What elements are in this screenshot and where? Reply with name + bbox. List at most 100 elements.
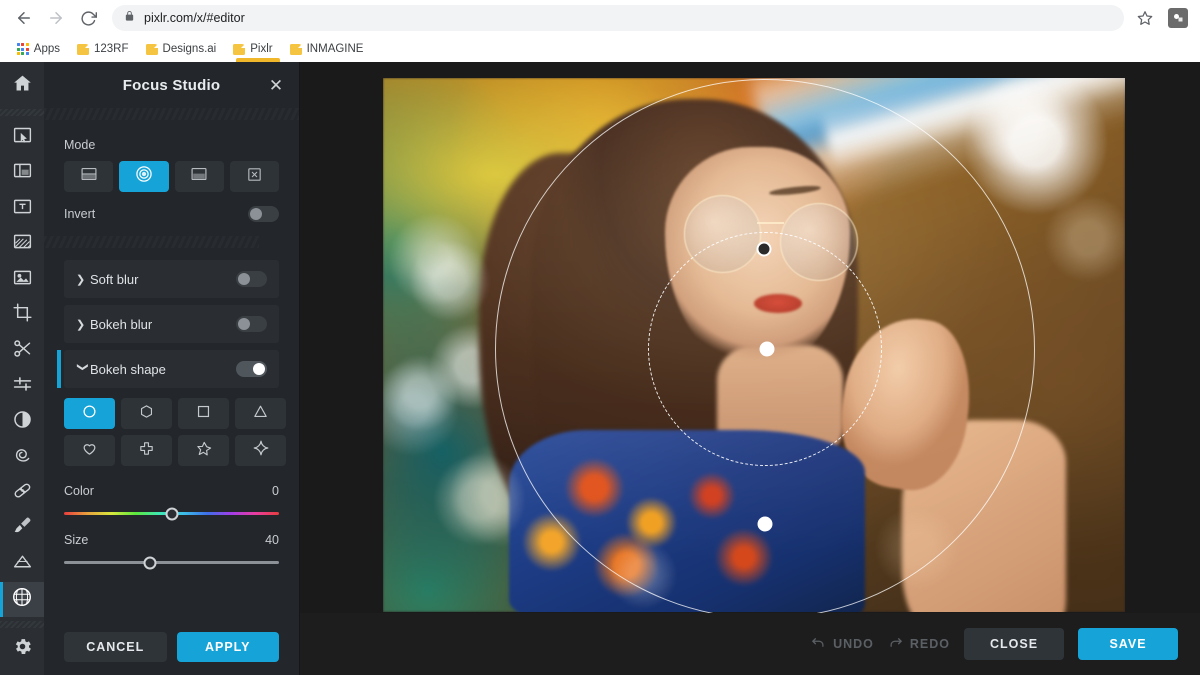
shape-button-triangle[interactable] (235, 398, 286, 429)
back-button[interactable] (10, 4, 38, 32)
folder-icon (146, 44, 158, 55)
cross-box-icon (246, 166, 263, 188)
sidebar-item-settings[interactable] (0, 632, 44, 668)
shape-button-heart[interactable] (64, 435, 115, 466)
address-bar[interactable]: pixlr.com/x/#editor (112, 5, 1124, 31)
toggle-knob (238, 318, 250, 330)
scissors-icon (12, 338, 33, 364)
sparkle-shape-icon (252, 439, 270, 462)
close-button[interactable]: CLOSE (964, 628, 1064, 660)
reload-button[interactable] (74, 4, 102, 32)
bookmark-123rf[interactable]: 123RF (70, 41, 136, 57)
shape-button-circle[interactable] (64, 398, 115, 429)
address-bar-url: pixlr.com/x/#editor (144, 11, 245, 25)
shape-button-cross[interactable] (121, 435, 172, 466)
apply-button[interactable]: APPLY (177, 632, 280, 662)
size-slider-track[interactable] (64, 561, 279, 564)
bokeh-shape-picker (64, 398, 279, 466)
chevron-right-icon: ❯ (76, 318, 90, 331)
bookmark-pixlr[interactable]: Pixlr (226, 41, 279, 57)
shape-button-square[interactable] (178, 398, 229, 429)
size-slider-handle[interactable] (144, 556, 157, 569)
sidebar-item-image[interactable] (0, 262, 44, 298)
sidebar-item-crop[interactable] (0, 297, 44, 333)
sidebar-item-contrast[interactable] (0, 404, 44, 440)
bookmark-apps[interactable]: Apps (10, 41, 67, 57)
shape-button-star[interactable] (178, 435, 229, 466)
sidebar-item-shapes[interactable] (0, 546, 44, 582)
folder-icon (77, 44, 89, 55)
cursor-select-icon (12, 125, 33, 151)
contrast-icon (12, 409, 33, 435)
mode-button-none[interactable] (230, 161, 279, 192)
bookmark-designsai[interactable]: Designs.ai (139, 41, 224, 57)
undo-icon (811, 636, 826, 652)
rail-divider-bottom (0, 621, 44, 628)
accordion-bokeh-shape[interactable]: ❯ Bokeh shape (64, 350, 279, 388)
color-slider-handle[interactable] (165, 507, 178, 520)
mode-button-linear[interactable] (64, 161, 113, 192)
sidebar-item-home[interactable] (0, 66, 44, 105)
invert-toggle[interactable] (248, 206, 279, 222)
bokeh-shape-toggle[interactable] (236, 361, 267, 377)
cross-shape-icon (138, 440, 155, 462)
brush-icon (12, 515, 33, 541)
home-icon (12, 73, 33, 99)
hexagon-shape-icon (138, 403, 155, 425)
sidebar-item-arrange[interactable] (0, 120, 44, 156)
toggle-knob (250, 208, 262, 220)
shape-button-hexagon[interactable] (121, 398, 172, 429)
linear-gradient-icon (80, 166, 98, 187)
mode-button-mirror[interactable] (175, 161, 224, 192)
pixlr-editor: Focus Studio ✕ Mode (0, 62, 1200, 675)
canvas-stage[interactable]: 2420 x 1733 px @ 31% (300, 62, 1200, 675)
bookmark-label: INMAGINE (307, 43, 364, 55)
color-slider-track[interactable] (64, 512, 279, 515)
cancel-button[interactable]: CANCEL (64, 632, 167, 662)
shape-button-sparkle[interactable] (235, 435, 286, 466)
chevron-down-icon: ❯ (77, 362, 90, 376)
save-button[interactable]: SAVE (1078, 628, 1178, 660)
extension-icon[interactable] (1168, 8, 1188, 28)
close-icon[interactable]: ✕ (265, 74, 287, 96)
accordion-bokeh-blur[interactable]: ❯ Bokeh blur (64, 305, 279, 343)
mode-button-radial[interactable] (119, 161, 168, 192)
bandage-icon (12, 480, 33, 506)
panel-divider-top (44, 108, 299, 120)
focus-studio-panel: Focus Studio ✕ Mode (44, 62, 300, 675)
bottom-action-bar: UNDO REDO CLOSE SAVE (300, 613, 1200, 675)
sidebar-item-heal[interactable] (0, 475, 44, 511)
sidebar-item-pattern[interactable] (0, 226, 44, 262)
page-title: Focus Studio (123, 77, 220, 94)
bookmark-label: Pixlr (250, 43, 272, 55)
accordion-soft-blur[interactable]: ❯ Soft blur (64, 260, 279, 298)
panel-footer: CANCEL APPLY (44, 619, 299, 675)
layout-icon (12, 160, 33, 186)
canvas-image[interactable] (383, 78, 1125, 612)
rail-divider (0, 109, 44, 116)
mode-button-group (64, 161, 279, 192)
bookmark-star-icon[interactable] (1132, 5, 1158, 31)
sidebar-item-paint[interactable] (0, 510, 44, 546)
accordion-label: Bokeh shape (90, 362, 236, 377)
soft-blur-toggle[interactable] (236, 271, 267, 287)
square-shape-icon (195, 403, 212, 425)
slider-value: 40 (265, 533, 279, 547)
bokeh-blur-toggle[interactable] (236, 316, 267, 332)
apps-grid-icon (17, 43, 29, 55)
heart-shape-icon (81, 440, 98, 462)
undo-label: UNDO (833, 637, 874, 651)
circle-shape-icon (81, 403, 98, 425)
sidebar-item-text[interactable] (0, 191, 44, 227)
sidebar-item-focus-studio[interactable] (0, 582, 44, 618)
forward-button[interactable] (42, 4, 70, 32)
bookmark-inmagine[interactable]: INMAGINE (283, 41, 371, 57)
undo-button[interactable]: UNDO (811, 636, 874, 652)
sidebar-item-adjust[interactable] (0, 368, 44, 404)
sidebar-item-layout[interactable] (0, 155, 44, 191)
redo-button[interactable]: REDO (888, 636, 950, 652)
folder-icon (290, 44, 302, 55)
slider-header: Color 0 (64, 484, 279, 498)
sidebar-item-liquify[interactable] (0, 439, 44, 475)
sidebar-item-cutout[interactable] (0, 333, 44, 369)
